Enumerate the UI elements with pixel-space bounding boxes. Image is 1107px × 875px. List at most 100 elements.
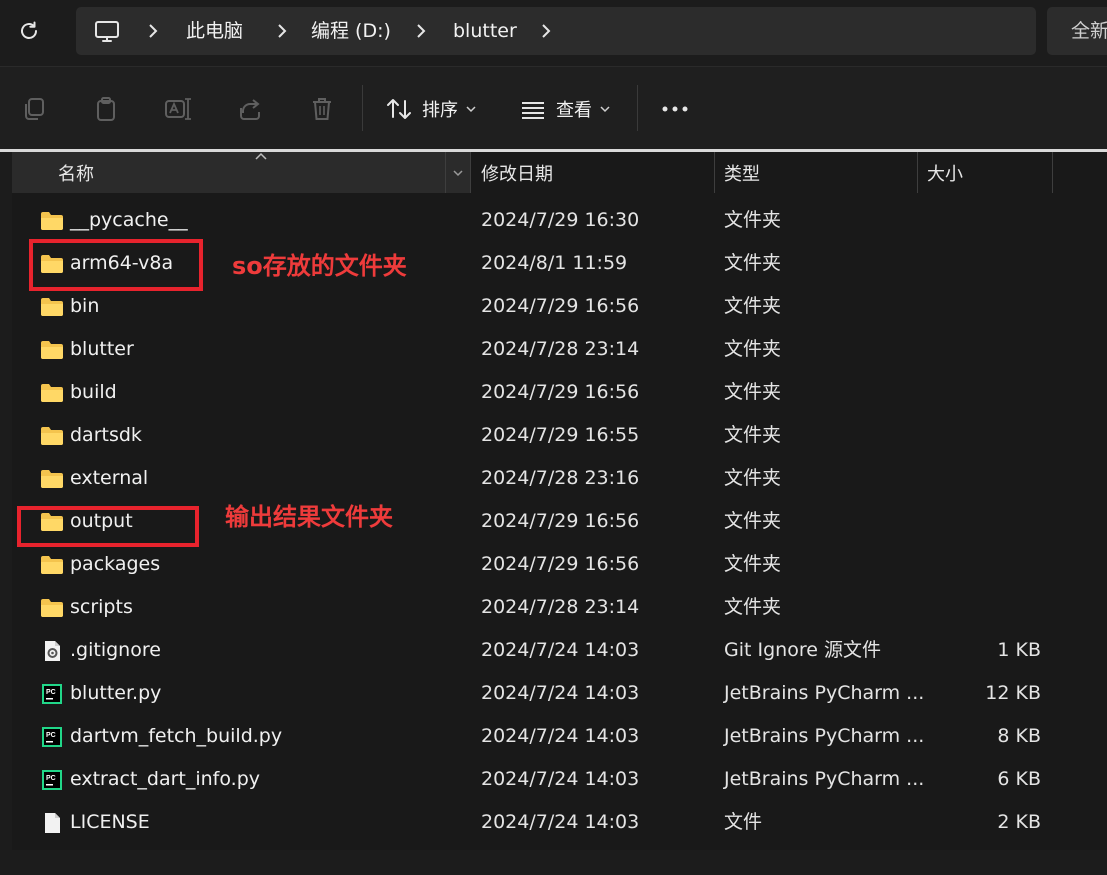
file-row[interactable]: PC dartvm_fetch_build.py 2024/7/24 14:03…	[12, 715, 1072, 758]
column-header-size[interactable]: 大小	[927, 152, 1051, 193]
file-name: dartsdk	[70, 424, 142, 446]
copy-button[interactable]	[16, 91, 52, 127]
search-input[interactable]: 全新	[1047, 7, 1107, 55]
computer-icon[interactable]	[94, 20, 120, 44]
rename-icon	[165, 98, 191, 120]
file-row[interactable]: .gitignore 2024/7/24 14:03 Git Ignore 源文…	[12, 629, 1072, 672]
file-row[interactable]: bin 2024/7/29 16:56 文件夹	[12, 285, 1072, 328]
column-header-date-label: 修改日期	[481, 163, 553, 185]
file-type: JetBrains PyCharm ...	[724, 768, 925, 790]
file-type: Git Ignore 源文件	[724, 639, 881, 661]
file-name: scripts	[70, 596, 133, 618]
folder-icon	[41, 427, 63, 445]
folder-icon	[41, 556, 63, 574]
file-name: bin	[70, 295, 100, 317]
folder-icon	[41, 470, 63, 488]
file-date: 2024/7/29 16:55	[481, 424, 640, 446]
file-date: 2024/7/28 23:16	[481, 467, 640, 489]
annotation-so-folder: so存放的文件夹	[232, 252, 407, 280]
file-row[interactable]: external 2024/7/28 23:16 文件夹	[12, 457, 1072, 500]
paste-button[interactable]	[88, 91, 124, 127]
rename-button[interactable]	[160, 91, 196, 127]
delete-button[interactable]	[304, 91, 340, 127]
file-size: 6 KB	[997, 768, 1041, 790]
refresh-icon	[21, 21, 37, 39]
file-row[interactable]: dartsdk 2024/7/29 16:55 文件夹	[12, 414, 1072, 457]
column-separator[interactable]	[917, 152, 918, 193]
file-date: 2024/7/28 23:14	[481, 338, 640, 360]
sort-label: 排序	[422, 100, 458, 121]
file-row[interactable]: PC blutter.py 2024/7/24 14:03 JetBrains …	[12, 672, 1072, 715]
breadcrumb-blutter[interactable]: blutter	[453, 19, 517, 43]
chevron-down-icon	[600, 106, 610, 113]
file-name: dartvm_fetch_build.py	[70, 725, 283, 747]
file-row[interactable]: blutter 2024/7/28 23:14 文件夹	[12, 328, 1072, 371]
column-header-date[interactable]: 修改日期	[481, 152, 713, 193]
file-size	[927, 500, 1041, 543]
chevron-right-icon[interactable]	[146, 21, 160, 41]
file-date: 2024/7/29 16:30	[481, 209, 640, 231]
svg-text:PC: PC	[46, 732, 56, 739]
column-filter-dropdown[interactable]	[446, 152, 470, 193]
column-separator[interactable]	[714, 152, 715, 193]
annotation-box-so-folder	[29, 239, 203, 291]
file-row[interactable]: scripts 2024/7/28 23:14 文件夹	[12, 586, 1072, 629]
file-row[interactable]: packages 2024/7/29 16:56 文件夹	[12, 543, 1072, 586]
file-size	[927, 457, 1041, 500]
column-separator[interactable]	[1052, 152, 1053, 193]
sort-ascending-icon	[255, 152, 267, 160]
file-size	[927, 199, 1041, 242]
file-size: 8 KB	[997, 725, 1041, 747]
trash-icon	[313, 98, 331, 120]
breadcrumb-drive-d[interactable]: 编程 (D:)	[311, 19, 391, 43]
file-date: 2024/7/24 14:03	[481, 682, 640, 704]
file-date: 2024/7/29 16:56	[481, 553, 640, 575]
view-label: 查看	[556, 100, 592, 121]
file-name: build	[70, 381, 117, 403]
file-row[interactable]: LICENSE 2024/7/24 14:03 文件 2 KB	[12, 801, 1072, 844]
pycharm-file-icon: PC	[42, 684, 62, 704]
column-header-name-label: 名称	[58, 163, 94, 185]
file-size	[927, 285, 1041, 328]
view-menu-button[interactable]: 查看	[520, 91, 610, 127]
file-size: 2 KB	[997, 811, 1041, 833]
file-date: 2024/7/24 14:03	[481, 725, 640, 747]
more-options-button[interactable]	[657, 91, 693, 127]
breadcrumb-this-pc[interactable]: 此电脑	[186, 19, 243, 43]
column-header-name[interactable]: 名称	[12, 152, 470, 193]
file-type: 文件夹	[724, 424, 782, 446]
annotation-box-output-folder	[17, 506, 199, 547]
file-size	[927, 414, 1041, 457]
sort-menu-button[interactable]: 排序	[386, 91, 476, 127]
folder-icon	[41, 384, 63, 402]
folder-icon	[41, 599, 63, 617]
file-row[interactable]: PC extract_dart_info.py 2024/7/24 14:03 …	[12, 758, 1072, 801]
refresh-button[interactable]	[12, 14, 46, 48]
file-type: JetBrains PyCharm ...	[724, 682, 925, 704]
view-list-icon	[522, 102, 544, 119]
chevron-right-icon[interactable]	[275, 21, 289, 41]
file-type: 文件夹	[724, 381, 782, 403]
file-date: 2024/7/24 14:03	[481, 639, 640, 661]
chevron-down-icon	[466, 106, 476, 113]
file-type: JetBrains PyCharm ...	[724, 725, 925, 747]
file-type: 文件夹	[724, 295, 782, 317]
file-size	[927, 328, 1041, 371]
breadcrumb[interactable]: 此电脑 编程 (D:) blutter	[76, 7, 1036, 55]
chevron-right-icon[interactable]	[414, 21, 428, 41]
column-separator[interactable]	[470, 152, 471, 193]
file-name: blutter	[70, 338, 134, 360]
file-date: 2024/7/29 16:56	[481, 381, 640, 403]
command-toolbar: 排序 查看	[0, 66, 1107, 151]
pycharm-file-icon: PC	[42, 770, 62, 790]
column-header-type[interactable]: 类型	[724, 152, 917, 193]
chevron-right-icon[interactable]	[539, 21, 553, 41]
file-size	[927, 371, 1041, 414]
pycharm-file-icon: PC	[42, 727, 62, 747]
file-date: 2024/7/29 16:56	[481, 510, 640, 532]
file-row[interactable]: build 2024/7/29 16:56 文件夹	[12, 371, 1072, 414]
share-button[interactable]	[232, 91, 268, 127]
file-type: 文件	[724, 811, 763, 833]
file-size	[927, 242, 1041, 285]
file-row[interactable]: __pycache__ 2024/7/29 16:30 文件夹	[12, 199, 1072, 242]
